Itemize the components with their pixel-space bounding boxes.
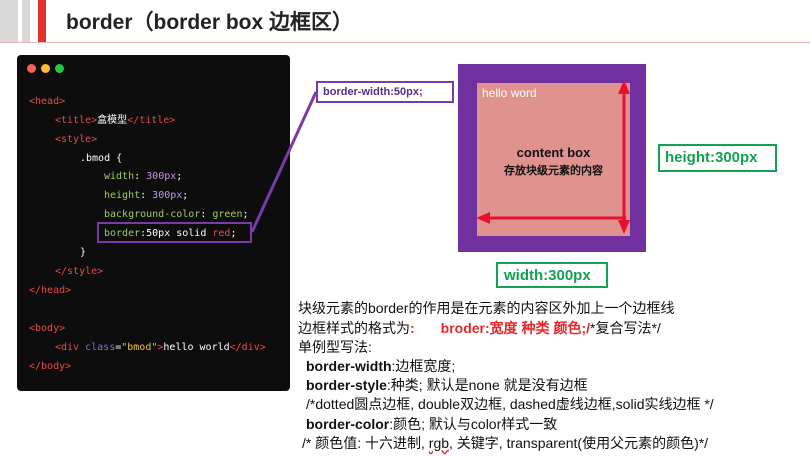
- note-line: 单例型写法:: [298, 339, 372, 355]
- note-format-line: 边框样式的格式为: broder:宽度 种类 颜色;/*复合写法*/: [298, 320, 661, 336]
- note-border-color: border-color:颜色; 默认与color样式一致: [306, 416, 558, 432]
- note-border-style: border-style:种类; 默认是none 就是没有边框: [306, 377, 588, 393]
- height-arrow-icon: [618, 80, 630, 234]
- width-arrow-icon: [476, 212, 626, 224]
- callout-connector-line: [250, 91, 318, 233]
- note-line: 块级元素的border的作用是在元素的内容区外加上一个边框线: [298, 300, 675, 316]
- note-color-values: /* 颜色值: 十六进制, rgb, 关键字, transparent(使用父元…: [302, 435, 709, 451]
- note-border-width: border-width:边框宽度;: [306, 358, 456, 374]
- note-style-values: /*dotted圆点边框, double双边框, dashed虚线边框,soli…: [306, 396, 714, 412]
